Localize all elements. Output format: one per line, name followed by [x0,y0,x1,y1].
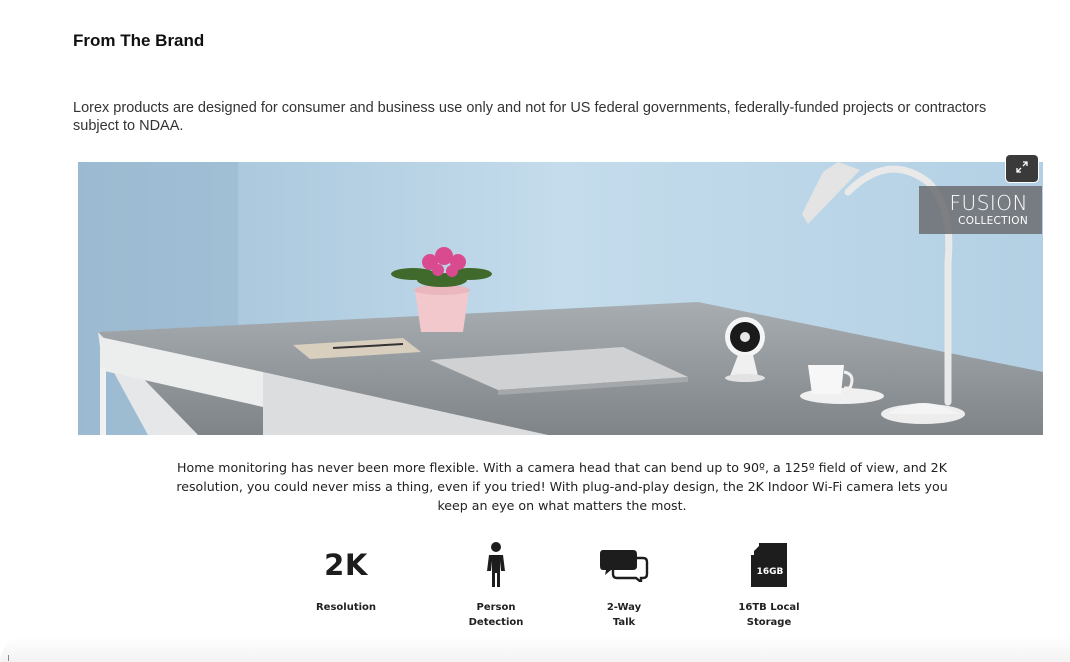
product-description: Home monitoring has never been more flex… [176,460,948,513]
feature-two-way-talk: 2-Way Talk [569,538,679,630]
feature-local-storage: 16GB 16TB Local Storage [714,538,824,630]
section-heading: From The Brand [73,31,205,50]
expand-image-button[interactable] [1006,155,1038,182]
divider-tick [8,655,9,661]
feature-label: 2-Way Talk [606,602,642,628]
sd-card-icon: 16GB [714,538,824,592]
ndaa-disclaimer: Lorex products are designed for consumer… [73,100,987,134]
feature-resolution: 2K Resolution [291,538,401,615]
badge-subtitle: COLLECTION [958,215,1028,227]
chat-bubbles-icon [569,538,679,592]
feature-label: Resolution [315,602,377,613]
feature-label: Person Detection [468,602,524,628]
resolution-icon-text: 2K [324,548,368,582]
feature-label: 16TB Local Storage [738,602,800,628]
fusion-collection-badge: FUSION COLLECTION [919,186,1042,234]
sd-card-icon-text: 16GB [756,567,784,577]
badge-title: FUSION [949,191,1028,215]
2k-text-icon: 2K [291,538,401,592]
expand-arrows-icon [1016,160,1028,178]
page-footer-edge [0,636,1070,662]
feature-person-detection: Person Detection [441,538,551,630]
product-hero-image [78,162,1043,435]
person-icon [441,538,551,592]
